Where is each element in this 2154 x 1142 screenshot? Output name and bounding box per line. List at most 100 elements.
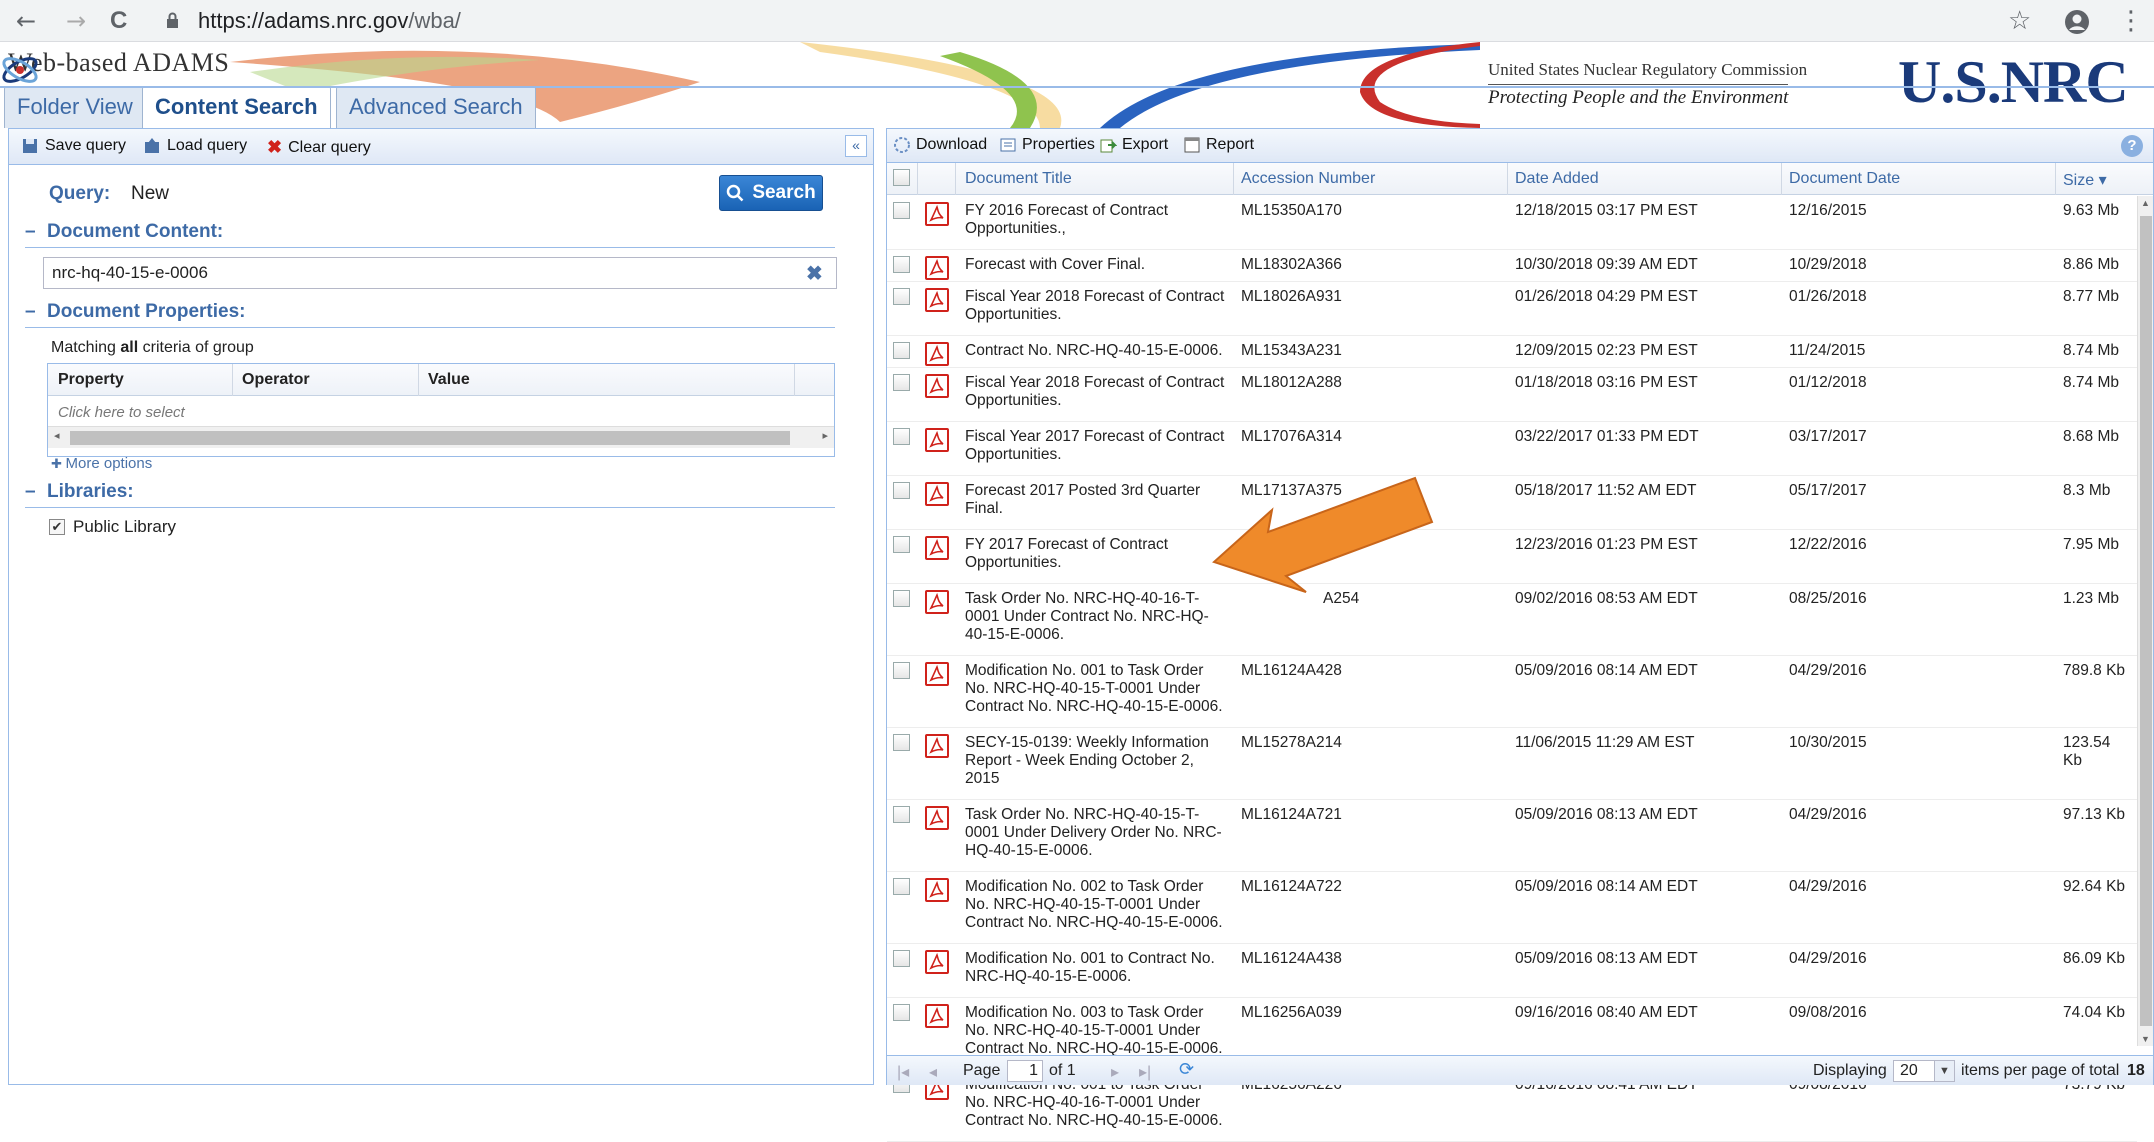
col-document-title[interactable]: Document Title bbox=[965, 170, 1072, 188]
section-document-content[interactable]: – Document Content: bbox=[25, 221, 835, 248]
pdf-icon[interactable] bbox=[925, 342, 949, 366]
pdf-icon[interactable] bbox=[925, 374, 949, 398]
doc-title[interactable]: Modification No. 001 to Task OrderNo. NR… bbox=[965, 662, 1235, 716]
scroll-thumb[interactable] bbox=[2140, 216, 2152, 1026]
table-row[interactable]: Forecast 2017 Posted 3rd Quarter Final. ML… bbox=[887, 476, 2137, 530]
more-options-link[interactable]: ✚ More options bbox=[51, 455, 152, 472]
doc-title[interactable]: FY 2017 Forecast of Contract Opportunitie… bbox=[965, 536, 1235, 572]
scroll-up-icon[interactable]: ▲ bbox=[2141, 198, 2150, 208]
col-value[interactable]: Value bbox=[428, 371, 470, 389]
help-icon[interactable]: ? bbox=[2121, 135, 2143, 157]
doc-title[interactable]: Modification No. 001 to Contract No. NRC-… bbox=[965, 950, 1235, 986]
page-number-input[interactable]: 1 bbox=[1007, 1060, 1043, 1082]
match-mode[interactable]: all bbox=[120, 339, 138, 356]
col-size[interactable]: Size ▾ bbox=[2063, 170, 2107, 190]
row-checkbox[interactable] bbox=[893, 428, 910, 445]
row-checkbox[interactable] bbox=[893, 1004, 910, 1021]
row-checkbox[interactable] bbox=[893, 590, 910, 607]
table-row[interactable]: Fiscal Year 2017 Forecast of Contract Opp… bbox=[887, 422, 2137, 476]
pdf-icon[interactable] bbox=[925, 1004, 949, 1028]
next-page-icon[interactable]: ▸ bbox=[1111, 1062, 1119, 1082]
scroll-thumb[interactable] bbox=[70, 431, 790, 445]
row-checkbox[interactable] bbox=[893, 288, 910, 305]
row-checkbox[interactable] bbox=[893, 806, 910, 823]
tab-folder-view[interactable]: Folder View bbox=[4, 86, 146, 128]
scroll-down-icon[interactable]: ▼ bbox=[2141, 1034, 2150, 1044]
doc-title[interactable]: Fiscal Year 2018 Forecast of Contract Opp… bbox=[965, 288, 1235, 324]
star-icon[interactable]: ☆ bbox=[2008, 6, 2031, 36]
row-checkbox[interactable] bbox=[893, 878, 910, 895]
pdf-icon[interactable] bbox=[925, 256, 949, 280]
forward-icon[interactable]: → bbox=[66, 6, 86, 36]
tab-advanced-search[interactable]: Advanced Search bbox=[336, 86, 536, 128]
pdf-icon[interactable] bbox=[925, 662, 949, 686]
doc-title[interactable]: Fiscal Year 2018 Forecast of Contract Opp… bbox=[965, 374, 1235, 410]
row-checkbox[interactable] bbox=[893, 202, 910, 219]
table-row[interactable]: Forecast with Cover Final. ML18302A366 10/… bbox=[887, 250, 2137, 282]
pdf-icon[interactable] bbox=[925, 288, 949, 312]
section-document-properties[interactable]: – Document Properties: bbox=[25, 301, 835, 328]
select-all-checkbox[interactable] bbox=[893, 169, 910, 186]
report-button[interactable]: Report bbox=[1183, 136, 1254, 154]
doc-title[interactable]: Task Order No. NRC-HQ-40-15-T- 0001 Under… bbox=[965, 806, 1235, 860]
pdf-icon[interactable] bbox=[925, 202, 949, 226]
vertical-scrollbar[interactable]: ▲ ▼ bbox=[2137, 196, 2153, 1046]
tab-content-search[interactable]: Content Search bbox=[142, 86, 331, 128]
row-checkbox[interactable] bbox=[893, 734, 910, 751]
table-row[interactable]: Modification No. 001 to Task OrderNo. NR… bbox=[887, 656, 2137, 728]
table-row[interactable]: Modification No. 002 to Task Order No. NR… bbox=[887, 872, 2137, 944]
reload-icon[interactable]: C bbox=[110, 6, 127, 36]
menu-icon[interactable]: ⋮ bbox=[2118, 6, 2144, 36]
table-row[interactable]: SECY-15-0139: Weekly Information Report -… bbox=[887, 728, 2137, 800]
col-property[interactable]: Property bbox=[58, 371, 124, 389]
doc-title[interactable]: Modification No. 002 to Task Order No. NR… bbox=[965, 878, 1235, 932]
row-checkbox[interactable] bbox=[893, 482, 910, 499]
download-button[interactable]: Download bbox=[893, 136, 987, 154]
table-row[interactable]: Fiscal Year 2018 Forecast of Contract Opp… bbox=[887, 282, 2137, 336]
row-checkbox[interactable] bbox=[893, 662, 910, 679]
doc-title[interactable]: FY 2016 Forecast of Contract Opportunitie… bbox=[965, 202, 1235, 238]
table-row[interactable]: Task Order No. NRC-HQ-40-16-T- 0001 Under… bbox=[887, 584, 2137, 656]
save-query-button[interactable]: Save query bbox=[21, 137, 126, 155]
account-icon[interactable] bbox=[2064, 9, 2090, 35]
table-row[interactable]: Modification No. 001 to Contract No. NRC-… bbox=[887, 944, 2137, 998]
pdf-icon[interactable] bbox=[925, 950, 949, 974]
prev-page-icon[interactable]: ◂ bbox=[929, 1062, 937, 1082]
table-row[interactable]: Contract No. NRC-HQ-40-15-E-0006. ML15343… bbox=[887, 336, 2137, 368]
row-checkbox[interactable] bbox=[893, 536, 910, 553]
search-button[interactable]: Search bbox=[719, 175, 823, 211]
table-row[interactable]: Task Order No. NRC-HQ-40-15-T- 0001 Under… bbox=[887, 800, 2137, 872]
col-operator[interactable]: Operator bbox=[242, 371, 310, 389]
first-page-icon[interactable]: |◂ bbox=[897, 1062, 909, 1082]
property-placeholder[interactable]: Click here to select bbox=[58, 404, 185, 421]
col-accession-number[interactable]: Accession Number bbox=[1241, 170, 1375, 188]
scroll-right-icon[interactable]: ▸ bbox=[822, 429, 828, 442]
doc-title[interactable]: Task Order No. NRC-HQ-40-16-T- 0001 Under… bbox=[965, 590, 1235, 644]
clear-input-icon[interactable]: ✖ bbox=[806, 261, 823, 286]
doc-title[interactable]: Fiscal Year 2017 Forecast of Contract Opp… bbox=[965, 428, 1235, 464]
items-per-page-select[interactable]: 20 ▼ bbox=[1893, 1060, 1955, 1082]
pdf-icon[interactable] bbox=[925, 878, 949, 902]
doc-title[interactable]: Contract No. NRC-HQ-40-15-E-0006. bbox=[965, 342, 1235, 360]
pdf-icon[interactable] bbox=[925, 482, 949, 506]
row-checkbox[interactable] bbox=[893, 342, 910, 359]
row-checkbox[interactable] bbox=[893, 374, 910, 391]
pdf-icon[interactable] bbox=[925, 428, 949, 452]
last-page-icon[interactable]: ▸| bbox=[1139, 1062, 1151, 1082]
doc-title[interactable]: Forecast 2017 Posted 3rd Quarter Final. bbox=[965, 482, 1235, 518]
address-bar[interactable]: https://adams.nrc.gov/wba/ bbox=[198, 7, 461, 35]
scroll-left-icon[interactable]: ◂ bbox=[54, 429, 60, 442]
clear-query-button[interactable]: ✖ Clear query bbox=[267, 137, 371, 158]
collapse-panel-button[interactable]: « bbox=[845, 135, 867, 157]
table-row[interactable]: FY 2017 Forecast of Contract Opportunitie… bbox=[887, 530, 2137, 584]
export-button[interactable]: Export bbox=[1099, 136, 1168, 154]
pdf-icon[interactable] bbox=[925, 734, 949, 758]
document-content-input[interactable] bbox=[43, 257, 837, 289]
horizontal-scrollbar[interactable]: ◂ ▸ bbox=[48, 426, 834, 448]
row-checkbox[interactable] bbox=[893, 950, 910, 967]
properties-button[interactable]: Properties bbox=[999, 136, 1095, 154]
load-query-button[interactable]: Load query bbox=[143, 137, 247, 155]
pdf-icon[interactable] bbox=[925, 590, 949, 614]
col-date-added[interactable]: Date Added bbox=[1515, 170, 1599, 188]
table-row[interactable]: FY 2016 Forecast of Contract Opportunitie… bbox=[887, 196, 2137, 250]
